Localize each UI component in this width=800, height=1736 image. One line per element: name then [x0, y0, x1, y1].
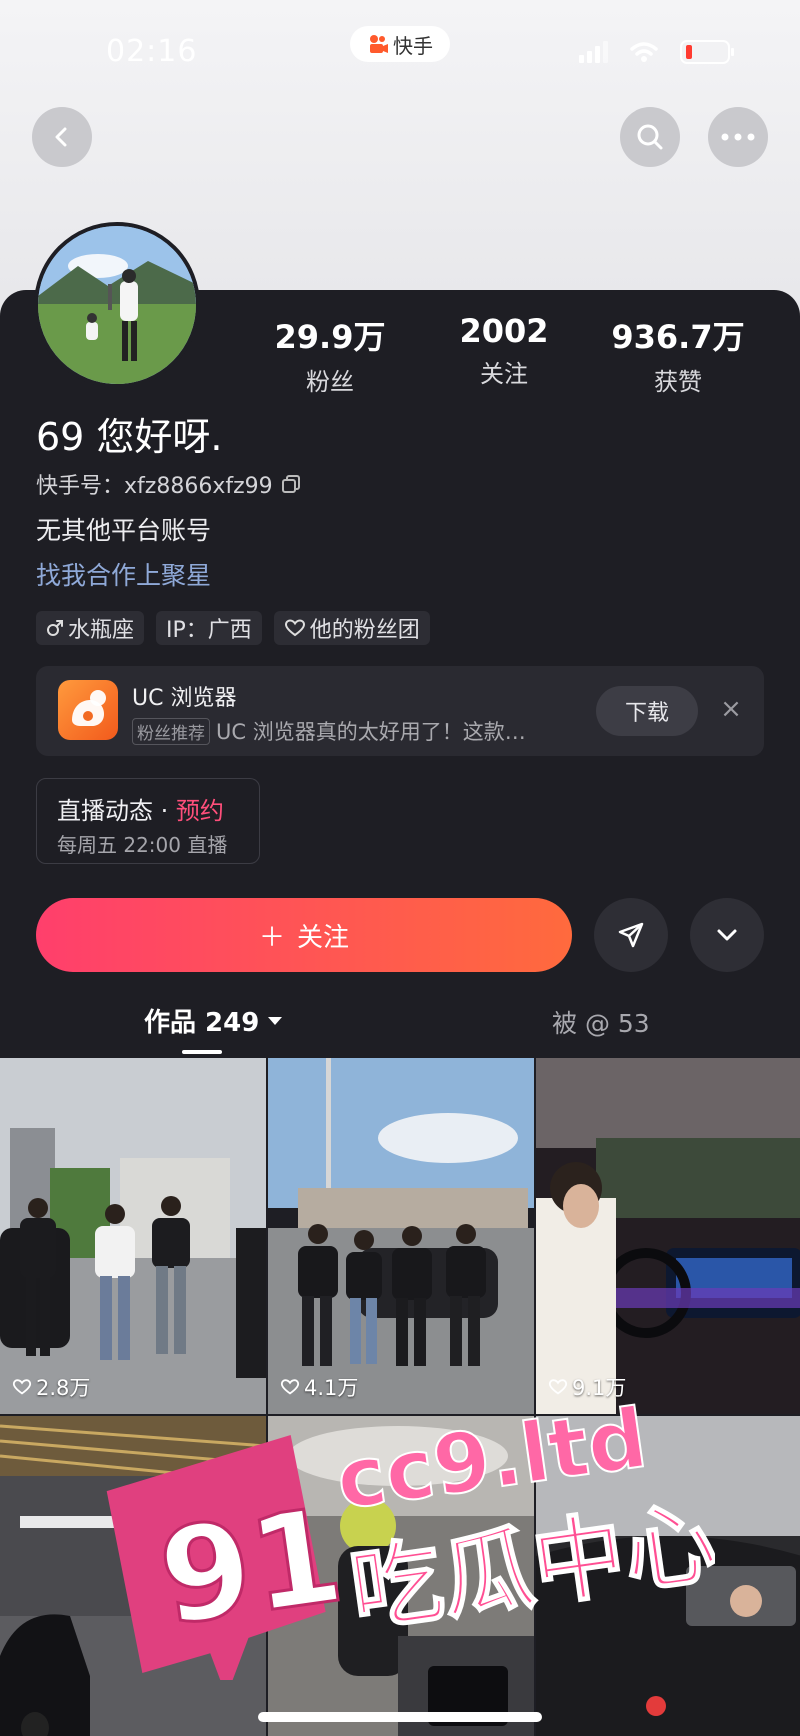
- stat-label: 获赞: [654, 368, 702, 396]
- video-thumbnail[interactable]: 2.8万: [0, 1058, 266, 1414]
- paper-plane-icon: [618, 922, 644, 948]
- status-time: 02:16: [106, 34, 198, 69]
- tab-label: 作品 249: [144, 1008, 260, 1038]
- uc-browser-icon: [58, 680, 118, 740]
- stat-following[interactable]: 2002 关注: [424, 312, 584, 389]
- back-button[interactable]: [32, 107, 92, 167]
- ad-download-button[interactable]: 下载: [596, 686, 698, 736]
- tag-fan-club[interactable]: 他的粉丝团: [273, 611, 430, 645]
- bio-line: 无其他平台账号: [36, 516, 212, 545]
- live-reserve-link[interactable]: 预约: [176, 797, 224, 825]
- tab-mentions[interactable]: 被 @ 53: [552, 1004, 650, 1040]
- app-indicator-pill[interactable]: 快手: [350, 26, 450, 62]
- plus-icon: ＋: [258, 922, 285, 953]
- more-button[interactable]: [708, 107, 768, 167]
- share-button[interactable]: [594, 898, 668, 972]
- tab-active-indicator: [182, 1050, 222, 1054]
- tag-label: 水瓶座: [68, 618, 135, 643]
- status-icons: [579, 40, 734, 64]
- live-separator: ·: [153, 797, 176, 825]
- battery-icon: [680, 40, 734, 64]
- watermark: 91 cc9.ltd 吃瓜中心: [106, 1390, 715, 1680]
- close-icon[interactable]: ×: [716, 694, 746, 724]
- video-thumbnail[interactable]: 9.1万: [536, 1058, 800, 1414]
- ad-text: UC 浏览器真的太好用了！这款…: [216, 720, 526, 744]
- watermark-badge: 91: [151, 1479, 351, 1655]
- stat-fans[interactable]: 29.9万 粉丝: [250, 312, 410, 397]
- home-indicator[interactable]: [258, 1712, 542, 1722]
- tag-label: IP：广西: [166, 618, 252, 643]
- live-schedule: 每周五 22:00 直播: [57, 833, 228, 857]
- live-schedule-card[interactable]: 直播动态 · 预约 每周五 22:00 直播: [36, 778, 260, 864]
- tab-works[interactable]: 作品 249: [144, 1002, 283, 1039]
- stat-label: 关注: [480, 360, 528, 388]
- kuaishou-logo-icon: [367, 33, 389, 55]
- signal-icon: [579, 41, 608, 63]
- live-title: 直播动态: [57, 797, 153, 825]
- more-dots-icon: [721, 133, 755, 141]
- ad-badge: 粉丝推荐: [132, 717, 210, 745]
- male-icon: [47, 620, 63, 636]
- live-title-row: 直播动态 · 预约: [57, 791, 224, 826]
- ad-banner[interactable]: UC 浏览器 粉丝推荐 UC 浏览器真的太好用了！这款… 下载 ×: [36, 666, 764, 756]
- avatar[interactable]: [34, 222, 200, 388]
- tag-ip-location[interactable]: IP：广西: [156, 611, 262, 645]
- search-button[interactable]: [620, 107, 680, 167]
- profile-name: 69 您好呀.: [36, 415, 223, 459]
- search-icon: [637, 124, 663, 150]
- video-likes: 2.8万: [12, 1372, 90, 1402]
- kuaishou-id-value: xfz8866xfz99: [124, 474, 273, 499]
- copy-icon[interactable]: [281, 474, 301, 494]
- kuaishou-id-label: 快手号：: [36, 474, 125, 499]
- stat-value: 29.9万: [274, 318, 386, 356]
- chevron-left-icon: [55, 127, 67, 147]
- wifi-icon: [630, 42, 658, 62]
- ad-subtitle: 粉丝推荐 UC 浏览器真的太好用了！这款…: [132, 716, 526, 746]
- expand-button[interactable]: [690, 898, 764, 972]
- follow-label: 关注: [297, 922, 350, 953]
- stat-likes[interactable]: 936.7万 获赞: [598, 312, 758, 397]
- tag-label: 他的粉丝团: [309, 618, 420, 643]
- follow-button[interactable]: ＋ 关注: [36, 898, 572, 972]
- profile-tags: 水瓶座 IP：广西 他的粉丝团: [36, 611, 430, 645]
- ad-title: UC 浏览器: [132, 686, 237, 711]
- chevron-down-icon: [717, 929, 737, 941]
- stat-label: 粉丝: [306, 368, 354, 396]
- video-likes-count: 2.8万: [36, 1376, 91, 1400]
- heart-outline-icon: [12, 1379, 32, 1395]
- caret-down-icon: [268, 1016, 283, 1025]
- stat-value: 936.7万: [611, 318, 745, 356]
- video-thumbnail[interactable]: 4.1万: [268, 1058, 534, 1414]
- heart-outline-icon: [284, 619, 305, 637]
- tag-zodiac[interactable]: 水瓶座: [36, 611, 145, 645]
- stat-value: 2002: [459, 312, 549, 350]
- bio-link[interactable]: 找我合作上聚星: [36, 556, 211, 592]
- app-name: 快手: [393, 33, 433, 58]
- kuaishou-id: 快手号：xfz8866xfz99: [36, 468, 301, 500]
